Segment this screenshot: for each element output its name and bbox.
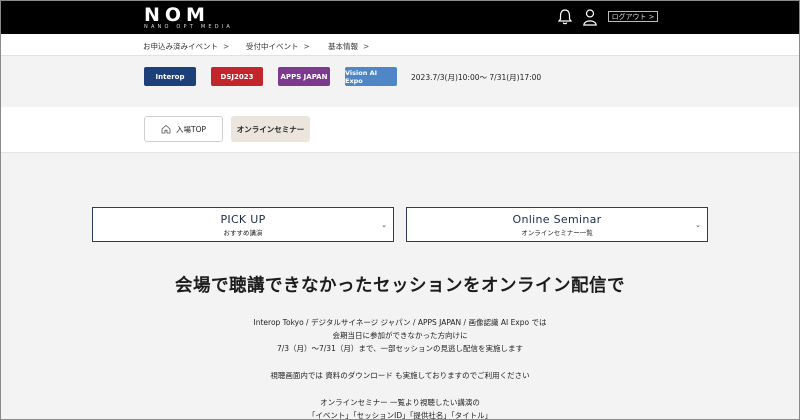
pickup-subtitle: おすすめ講演 <box>223 229 263 237</box>
apps-japan-logo: APPS JAPAN <box>278 67 330 86</box>
logo-main: NOM <box>144 4 210 26</box>
instruction-line-1: オンラインセミナー 一覧より視聴したい講演の <box>320 398 480 407</box>
chevron-down-icon: ⌄ <box>695 221 701 229</box>
tab-online-seminar[interactable]: オンラインセミナー <box>231 116 310 142</box>
breadcrumb-item-basic[interactable]: 基本情報 > <box>328 41 369 52</box>
download-note: 視聴画面内では 資料のダウンロード も実施しておりますのでご利用ください <box>270 371 530 380</box>
tab-entrance-top-label: 入場TOP <box>175 124 206 134</box>
home-icon <box>161 124 171 134</box>
nom-logo[interactable]: NOM NANO OPT MEDIA <box>144 6 244 32</box>
event-bar: Interop DSJ2023 APPS JAPAN Vision AI Exp… <box>1 57 799 107</box>
tab-bar: 入場TOP オンラインセミナー <box>1 107 799 153</box>
intro-line-1: Interop Tokyo / デジタルサイネージ ジャパン / APPS JA… <box>253 318 547 327</box>
chevron-right-icon: > <box>648 12 655 21</box>
breadcrumb-item-open[interactable]: 受付中イベント > <box>246 41 310 52</box>
pickup-title: PICK UP <box>220 213 266 226</box>
online-seminar-subtitle: オンラインセミナー一覧 <box>521 229 593 237</box>
tab-online-seminar-label: オンラインセミナー <box>236 124 305 134</box>
instruction-line-2: 「イベント」「セッションID」「提供社名」「タイトル」 <box>307 411 493 420</box>
page-headline: 会場で聴講できなかったセッションをオンライン配信で <box>175 276 625 296</box>
top-header: NOM NANO OPT MEDIA ログアウト > <box>1 1 799 34</box>
intro-line-3: 7/3（月）～7/31（月）まで、一部セッションの見逃し配信を実施します <box>276 344 524 353</box>
online-seminar-select[interactable]: Online Seminar オンラインセミナー一覧 ⌄ <box>406 207 708 242</box>
vision-ai-expo-logo: Vision AI Expo <box>345 67 397 86</box>
chevron-down-icon: ⌄ <box>381 221 387 229</box>
pickup-select[interactable]: PICK UP おすすめ講演 ⌄ <box>92 207 394 242</box>
event-period: 2023.7/3(月)10:00～ 7/31(月)17:00 <box>411 73 542 82</box>
online-seminar-title: Online Seminar <box>512 213 602 226</box>
bell-icon[interactable] <box>557 8 573 26</box>
breadcrumb-item-applied[interactable]: お申込み済みイベント > <box>143 41 229 52</box>
tab-entrance-top[interactable]: 入場TOP <box>144 116 223 142</box>
logo-subtitle: NANO OPT MEDIA <box>144 24 234 30</box>
user-icon[interactable] <box>582 8 598 26</box>
breadcrumb: お申込み済みイベント > 受付中イベント > 基本情報 > <box>1 34 799 56</box>
logout-button[interactable]: ログアウト > <box>608 11 658 22</box>
logout-label: ログアウト <box>611 12 647 21</box>
interop-logo: Interop <box>144 67 196 86</box>
intro-line-2: 会期当日に参加ができなかった方向けに <box>332 331 468 340</box>
dsj-logo: DSJ2023 <box>211 67 263 86</box>
